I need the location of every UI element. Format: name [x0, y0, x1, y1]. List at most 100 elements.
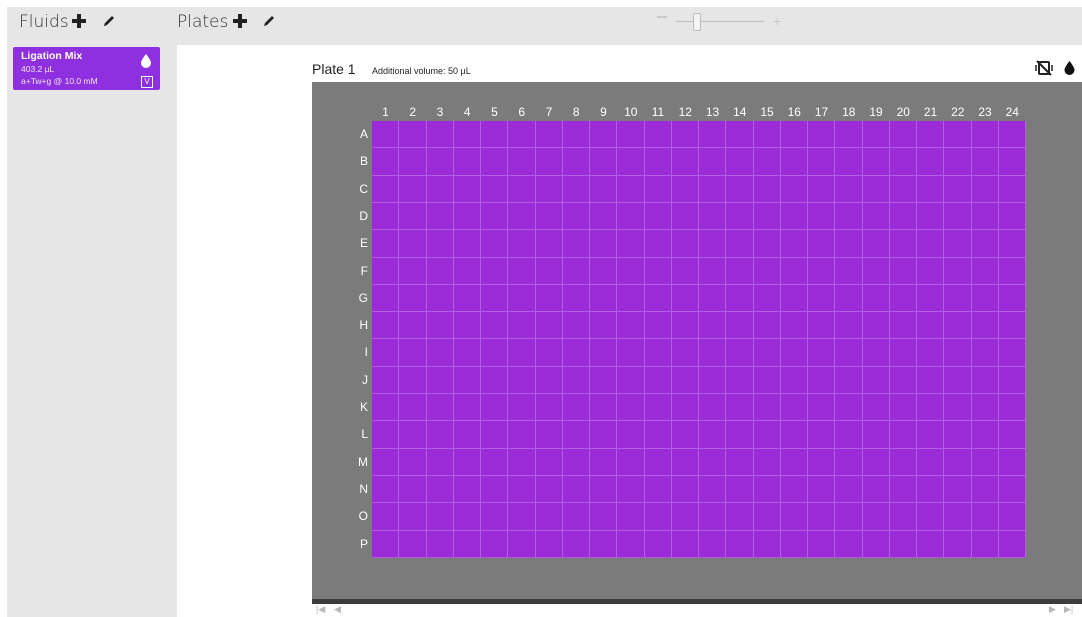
- column-label[interactable]: 8: [563, 105, 590, 119]
- well-H22[interactable]: [944, 312, 971, 339]
- well-M1[interactable]: [372, 448, 399, 476]
- well-O4[interactable]: [453, 503, 480, 530]
- well-C3[interactable]: [426, 175, 453, 202]
- well-O24[interactable]: [998, 503, 1025, 530]
- well-J14[interactable]: [726, 366, 753, 394]
- well-H24[interactable]: [998, 312, 1025, 339]
- row-label[interactable]: O: [352, 509, 368, 523]
- well-A15[interactable]: [753, 121, 780, 148]
- well-I4[interactable]: [453, 339, 480, 366]
- well-J5[interactable]: [481, 366, 508, 394]
- well-F22[interactable]: [944, 257, 971, 284]
- column-label[interactable]: 3: [427, 105, 454, 119]
- well-E23[interactable]: [971, 230, 998, 257]
- well-I14[interactable]: [726, 339, 753, 366]
- well-M24[interactable]: [998, 448, 1025, 476]
- well-M7[interactable]: [535, 448, 562, 476]
- well-H14[interactable]: [726, 312, 753, 339]
- well-A2[interactable]: [399, 121, 426, 148]
- well-A14[interactable]: [726, 121, 753, 148]
- well-G19[interactable]: [862, 284, 889, 312]
- well-O14[interactable]: [726, 503, 753, 530]
- no-shake-icon[interactable]: [1034, 60, 1054, 81]
- well-J3[interactable]: [426, 366, 453, 394]
- well-K9[interactable]: [590, 394, 617, 421]
- well-G11[interactable]: [644, 284, 671, 312]
- well-C4[interactable]: [453, 175, 480, 202]
- well-D2[interactable]: [399, 202, 426, 230]
- well-L6[interactable]: [508, 421, 535, 448]
- well-M15[interactable]: [753, 448, 780, 476]
- well-K3[interactable]: [426, 394, 453, 421]
- well-K23[interactable]: [971, 394, 998, 421]
- well-B17[interactable]: [808, 148, 835, 175]
- well-N12[interactable]: [671, 476, 698, 503]
- well-E7[interactable]: [535, 230, 562, 257]
- row-label[interactable]: B: [352, 154, 368, 168]
- well-L20[interactable]: [889, 421, 916, 448]
- well-B6[interactable]: [508, 148, 535, 175]
- column-label[interactable]: 10: [617, 105, 644, 119]
- column-label[interactable]: 13: [699, 105, 726, 119]
- well-K12[interactable]: [671, 394, 698, 421]
- well-E14[interactable]: [726, 230, 753, 257]
- well-E22[interactable]: [944, 230, 971, 257]
- well-F2[interactable]: [399, 257, 426, 284]
- well-C21[interactable]: [917, 175, 944, 202]
- well-F8[interactable]: [562, 257, 589, 284]
- well-C22[interactable]: [944, 175, 971, 202]
- well-H1[interactable]: [372, 312, 399, 339]
- well-M16[interactable]: [780, 448, 807, 476]
- well-D21[interactable]: [917, 202, 944, 230]
- well-H7[interactable]: [535, 312, 562, 339]
- well-O11[interactable]: [644, 503, 671, 530]
- well-A22[interactable]: [944, 121, 971, 148]
- column-label[interactable]: 4: [454, 105, 481, 119]
- well-P21[interactable]: [917, 530, 944, 557]
- well-K5[interactable]: [481, 394, 508, 421]
- well-I12[interactable]: [671, 339, 698, 366]
- well-A20[interactable]: [889, 121, 916, 148]
- well-C10[interactable]: [617, 175, 644, 202]
- last-page-icon[interactable]: ▶|: [1064, 604, 1073, 615]
- well-G21[interactable]: [917, 284, 944, 312]
- well-N9[interactable]: [590, 476, 617, 503]
- well-N24[interactable]: [998, 476, 1025, 503]
- well-J12[interactable]: [671, 366, 698, 394]
- well-C12[interactable]: [671, 175, 698, 202]
- well-B19[interactable]: [862, 148, 889, 175]
- well-H3[interactable]: [426, 312, 453, 339]
- well-G10[interactable]: [617, 284, 644, 312]
- well-O19[interactable]: [862, 503, 889, 530]
- well-D24[interactable]: [998, 202, 1025, 230]
- well-J1[interactable]: [372, 366, 399, 394]
- well-D7[interactable]: [535, 202, 562, 230]
- well-L22[interactable]: [944, 421, 971, 448]
- well-A24[interactable]: [998, 121, 1025, 148]
- well-K18[interactable]: [835, 394, 862, 421]
- row-label[interactable]: L: [352, 427, 368, 441]
- well-H4[interactable]: [453, 312, 480, 339]
- well-L8[interactable]: [562, 421, 589, 448]
- well-M18[interactable]: [835, 448, 862, 476]
- well-I18[interactable]: [835, 339, 862, 366]
- well-G4[interactable]: [453, 284, 480, 312]
- column-label[interactable]: 5: [481, 105, 508, 119]
- well-N20[interactable]: [889, 476, 916, 503]
- well-C6[interactable]: [508, 175, 535, 202]
- well-F15[interactable]: [753, 257, 780, 284]
- well-A1[interactable]: [372, 121, 399, 148]
- well-A10[interactable]: [617, 121, 644, 148]
- well-B8[interactable]: [562, 148, 589, 175]
- well-D20[interactable]: [889, 202, 916, 230]
- well-C24[interactable]: [998, 175, 1025, 202]
- well-F19[interactable]: [862, 257, 889, 284]
- well-F3[interactable]: [426, 257, 453, 284]
- well-O7[interactable]: [535, 503, 562, 530]
- well-E12[interactable]: [671, 230, 698, 257]
- well-M21[interactable]: [917, 448, 944, 476]
- well-L13[interactable]: [699, 421, 726, 448]
- well-M23[interactable]: [971, 448, 998, 476]
- well-G16[interactable]: [780, 284, 807, 312]
- well-E17[interactable]: [808, 230, 835, 257]
